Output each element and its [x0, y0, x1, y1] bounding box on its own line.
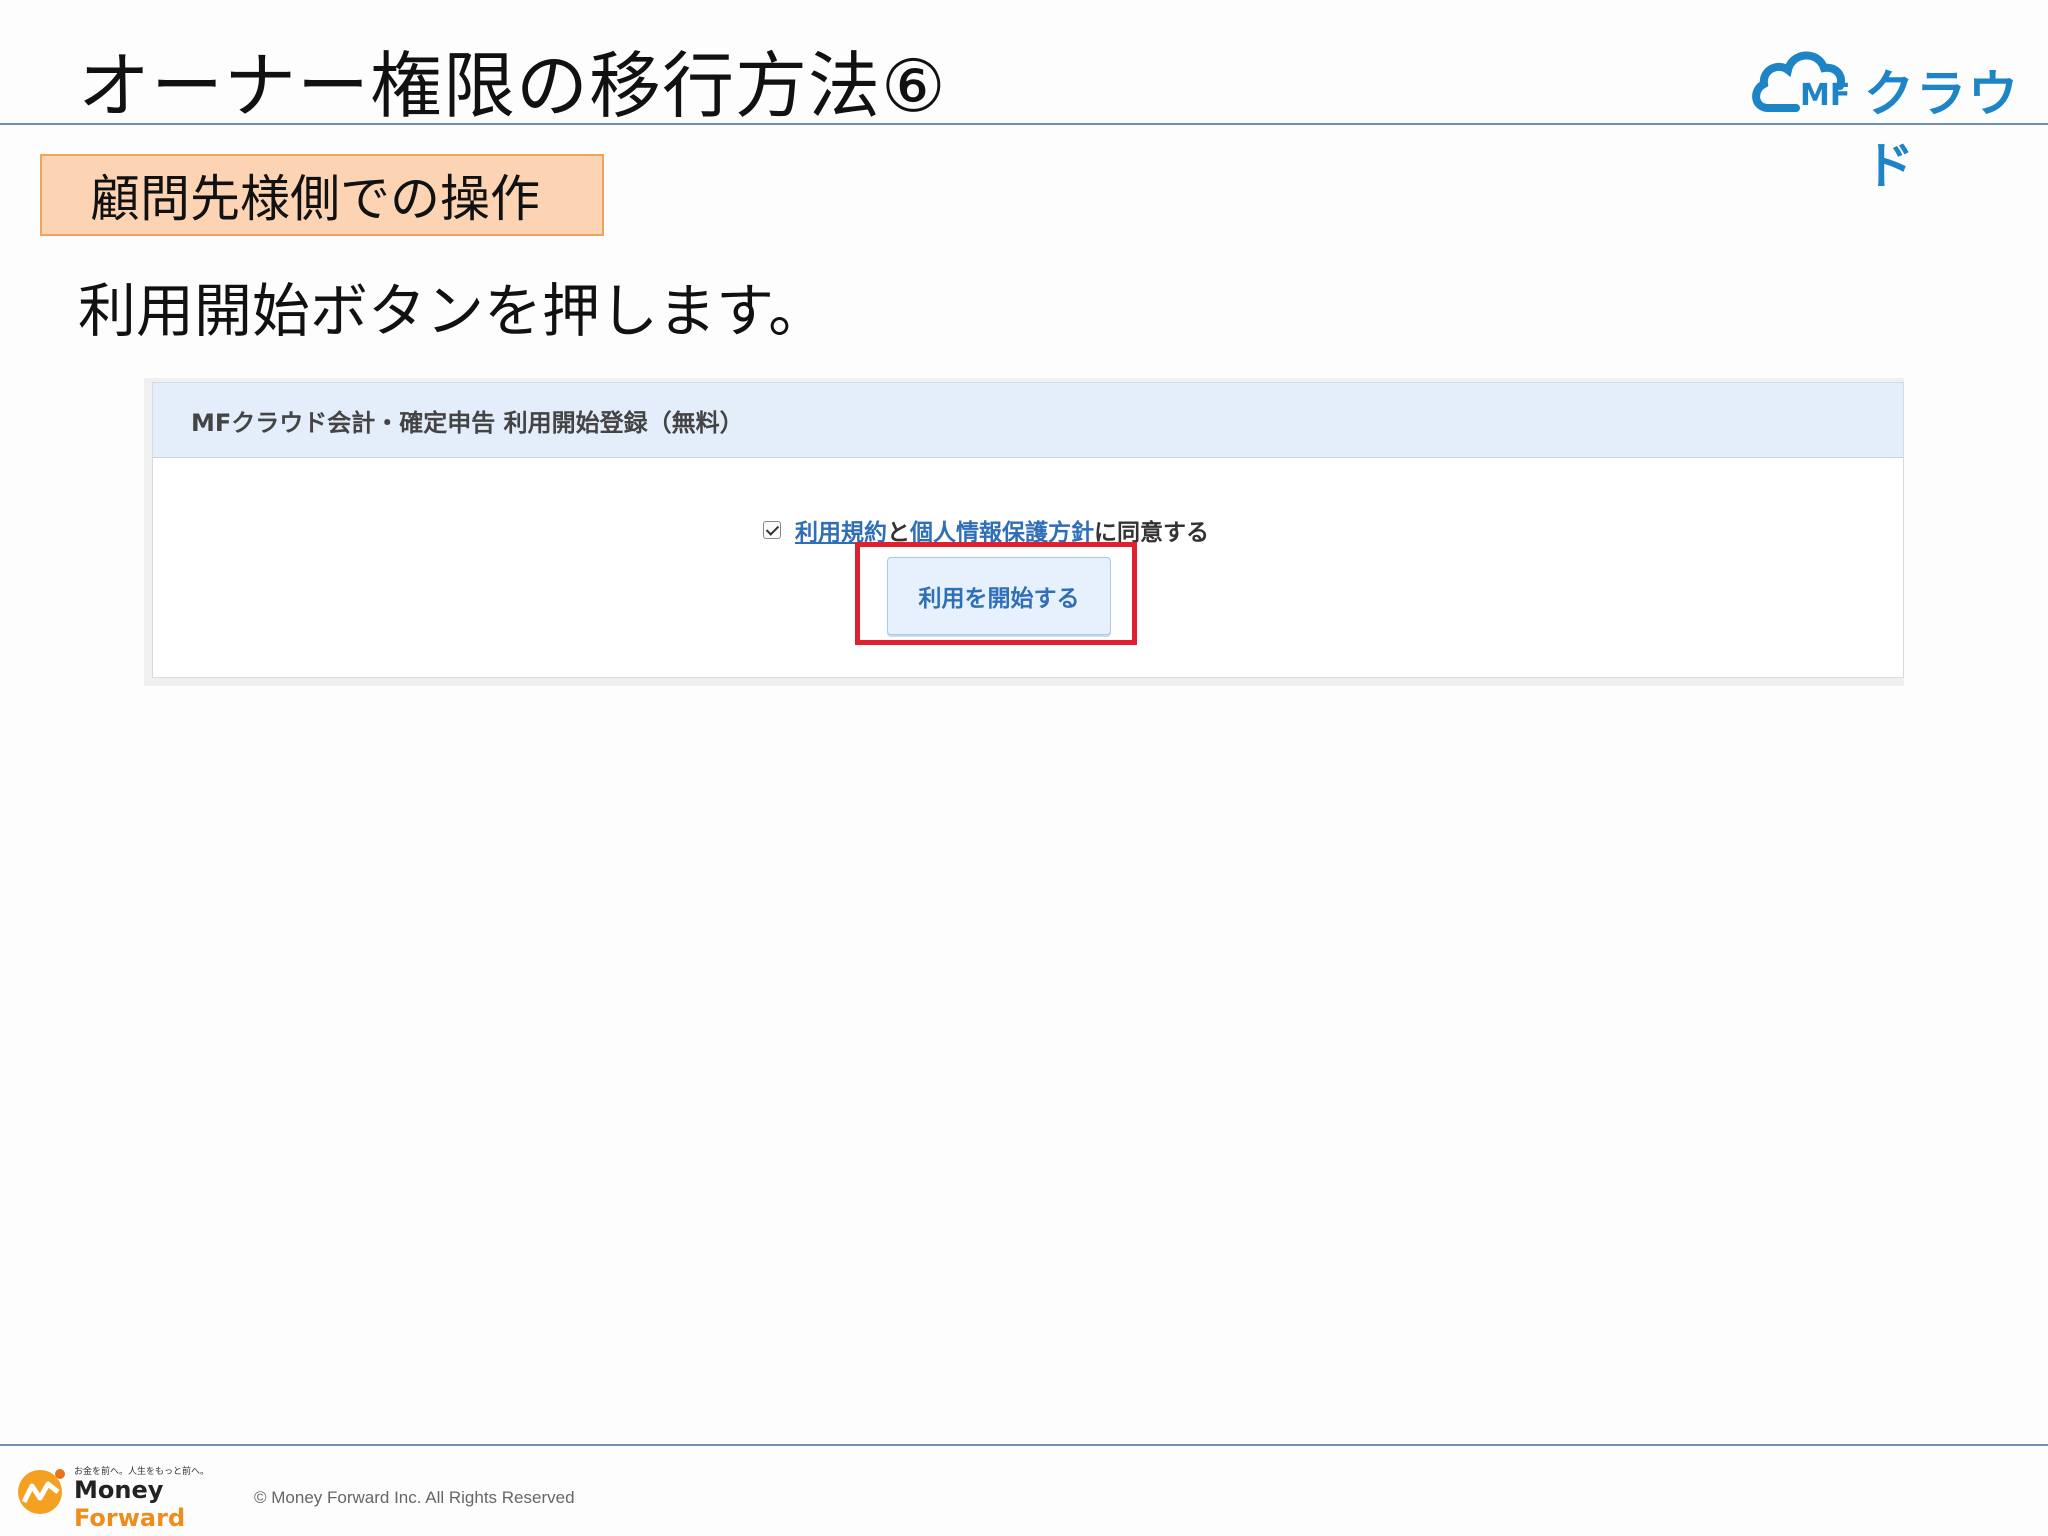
- copyright: © Money Forward Inc. All Rights Reserved: [254, 1488, 575, 1507]
- brand-mf: MF: [1800, 78, 1851, 113]
- footer-divider: [0, 1444, 2048, 1446]
- footer-logo-text: Money Forward: [74, 1476, 244, 1532]
- logo-money: Money: [74, 1476, 164, 1504]
- registration-panel: MFクラウド会計・確定申告 利用開始登録（無料） 利用規約 と 個人情報保護方針…: [152, 382, 1904, 678]
- brand-name: クラウド: [1864, 65, 2020, 195]
- money-forward-mark-icon: [18, 1469, 65, 1514]
- slide-title: オーナー権限の移行方法⑥: [78, 44, 947, 128]
- mf-cloud-logo: MF クラウド: [1748, 40, 2028, 195]
- logo-forward: Forward: [74, 1504, 186, 1532]
- instruction-text: 利用開始ボタンを押します。: [78, 277, 827, 345]
- money-forward-logo: お金を前へ。人生をもっと前へ。 Money Forward: [14, 1462, 244, 1532]
- agree-checkbox[interactable]: [763, 521, 781, 539]
- panel-header: MFクラウド会計・確定申告 利用開始登録（無料）: [153, 383, 1903, 458]
- highlight-box: [855, 542, 1137, 645]
- section-label: 顧問先様側での操作: [40, 154, 604, 236]
- title-divider: [0, 123, 2048, 125]
- screenshot-capture: MFクラウド会計・確定申告 利用開始登録（無料） 利用規約 と 個人情報保護方針…: [144, 378, 1904, 686]
